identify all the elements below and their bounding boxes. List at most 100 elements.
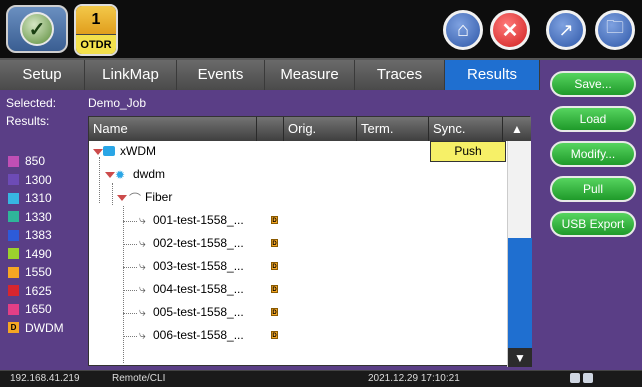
trace-icon: ⤷ xyxy=(139,213,146,227)
tree-connector xyxy=(123,221,137,222)
ip-address: 192.168.41.219 xyxy=(10,373,80,384)
trace-name: 004-test-1558_... xyxy=(153,282,244,296)
legend-label: 1650 xyxy=(25,302,52,317)
tree-connector xyxy=(123,313,137,314)
trace-name: 002-test-1558_... xyxy=(153,236,244,250)
app-button[interactable]: ✓ xyxy=(6,5,68,53)
dwdm-tag-icon: D xyxy=(271,262,278,270)
legend-swatch xyxy=(8,266,19,278)
tree-node-label: xWDM xyxy=(120,144,156,158)
folder-button[interactable]: 🗀 xyxy=(595,10,635,50)
dwdm-badge-icon: D xyxy=(8,322,19,334)
table-header: Name Orig. Term. Sync. ▲ xyxy=(89,117,531,141)
home-button[interactable]: ⌂ xyxy=(443,10,483,50)
table-row[interactable]: ⤷ 004-test-1558_... D xyxy=(89,279,507,302)
table-row[interactable]: ⌒ Fiber xyxy=(89,187,507,210)
usb-export-button[interactable]: USB Export xyxy=(550,211,636,237)
legend-item-1625: 1625 xyxy=(8,282,88,301)
table-row[interactable]: ⤷ 001-test-1558_... D xyxy=(89,210,507,233)
trace-icon: ⤷ xyxy=(139,328,146,342)
wavelength-legend: 850 1300 1310 1330 1383 1490 1550 1625 1… xyxy=(8,152,88,337)
table-body: xWDM ✹ dwdm ⌒ Fiber ⤷ 001-test-1558_... … xyxy=(89,141,507,367)
table-row[interactable]: ⤷ 006-test-1558_... D xyxy=(89,325,507,348)
column-header-orig[interactable]: Orig. xyxy=(284,117,357,141)
legend-label: 1550 xyxy=(25,265,52,280)
folder-icon: 🗀 xyxy=(606,17,624,37)
legend-swatch xyxy=(8,174,19,186)
main-tabs: Setup LinkMap Events Measure Traces Resu… xyxy=(0,60,540,90)
column-header-term[interactable]: Term. xyxy=(357,117,429,141)
table-row[interactable]: ⤷ 003-test-1558_... D xyxy=(89,256,507,279)
selected-label: Selected: xyxy=(6,96,57,110)
graph-button[interactable]: ↗ xyxy=(546,10,586,50)
push-button[interactable]: Push xyxy=(430,141,506,162)
legend-swatch xyxy=(8,192,19,204)
legend-label: 1300 xyxy=(25,172,52,187)
tree-connector xyxy=(123,244,137,245)
save-button[interactable]: Save... xyxy=(550,71,636,97)
status-icons xyxy=(570,373,594,385)
legend-item-1330: 1330 xyxy=(8,208,88,227)
legend-item-1300: 1300 xyxy=(8,171,88,190)
column-header-sync[interactable]: Sync. xyxy=(429,117,503,141)
legend-item-1550: 1550 xyxy=(8,263,88,282)
trace-icon: ⤷ xyxy=(139,259,146,273)
gear-icon: ✹ xyxy=(115,168,126,182)
column-header-name[interactable]: Name xyxy=(89,117,257,141)
scrollbar-thumb[interactable] xyxy=(508,238,532,356)
legend-swatch xyxy=(8,303,19,315)
remote-status: Remote/CLI xyxy=(112,373,166,384)
module-number: 1 xyxy=(76,6,116,34)
legend-label: 1383 xyxy=(25,228,52,243)
table-row[interactable]: ⤷ 002-test-1558_... D xyxy=(89,233,507,256)
status-bar: 192.168.41.219 Remote/CLI 2021.12.29 17:… xyxy=(0,370,642,387)
dwdm-tag-icon: D xyxy=(271,239,278,247)
table-row[interactable]: ✹ dwdm xyxy=(89,164,507,187)
triangle-up-icon[interactable]: ▲ xyxy=(503,117,531,141)
close-button[interactable]: ✕ xyxy=(490,10,530,50)
graph-icon: ↗ xyxy=(558,19,574,40)
tree-connector xyxy=(123,267,137,268)
dwdm-tag-icon: D xyxy=(271,331,278,339)
tab-results[interactable]: Results xyxy=(445,60,540,90)
home-icon: ⌂ xyxy=(456,18,470,41)
column-header-blank[interactable] xyxy=(257,117,284,141)
status-icon-1 xyxy=(570,373,580,383)
tab-measure[interactable]: Measure xyxy=(265,60,355,90)
expand-arrow-icon[interactable] xyxy=(117,195,127,201)
trace-icon: ⤷ xyxy=(139,305,146,319)
expand-arrow-icon[interactable] xyxy=(93,149,103,155)
table-row[interactable]: ⤷ 005-test-1558_... D xyxy=(89,302,507,325)
trace-name: 005-test-1558_... xyxy=(153,305,244,319)
legend-swatch xyxy=(8,285,19,297)
triangle-down-icon[interactable]: ▼ xyxy=(508,348,532,367)
tree-node-label: dwdm xyxy=(133,167,166,181)
legend-swatch xyxy=(8,155,19,167)
table-scrollbar[interactable]: ▼ xyxy=(507,141,532,367)
dwdm-tag-icon: D xyxy=(271,216,278,224)
right-panel: ↗ 🗀 Save... Load Modify... Pull USB Expo… xyxy=(540,0,642,387)
legend-label: DWDM xyxy=(25,320,64,335)
pull-button[interactable]: Pull xyxy=(550,176,636,202)
status-icon-2 xyxy=(583,373,593,383)
close-icon: ✕ xyxy=(501,19,519,42)
legend-item-dwdm: D DWDM xyxy=(8,319,88,338)
tab-setup[interactable]: Setup xyxy=(0,60,85,90)
trace-icon: ⤷ xyxy=(139,236,146,250)
legend-label: 1625 xyxy=(25,283,52,298)
modify-button[interactable]: Modify... xyxy=(550,141,636,167)
trace-name: 001-test-1558_... xyxy=(153,213,244,227)
module-badge[interactable]: 1 OTDR xyxy=(74,4,118,56)
tab-events[interactable]: Events xyxy=(177,60,265,90)
selected-value: Demo_Job xyxy=(88,96,147,110)
tab-traces[interactable]: Traces xyxy=(355,60,445,90)
legend-label: 850 xyxy=(25,154,46,169)
results-label: Results: xyxy=(6,114,50,128)
load-button[interactable]: Load xyxy=(550,106,636,132)
dwdm-tag-icon: D xyxy=(271,308,278,316)
expand-arrow-icon[interactable] xyxy=(105,172,115,178)
right-panel-top: ↗ 🗀 xyxy=(540,0,642,60)
legend-item-1490: 1490 xyxy=(8,245,88,264)
tab-linkmap[interactable]: LinkMap xyxy=(85,60,177,90)
fiber-icon: ⌒ xyxy=(129,192,142,206)
